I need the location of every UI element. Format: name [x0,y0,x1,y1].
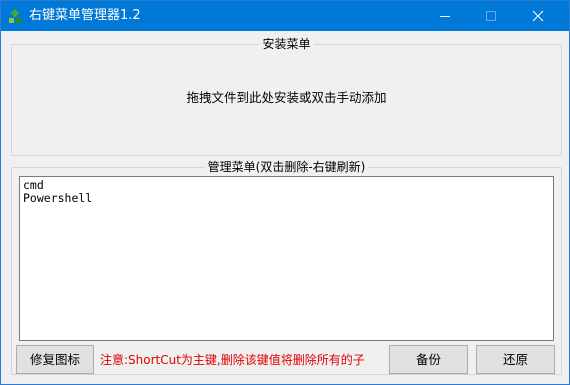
drop-zone-hint: 拖拽文件到此处安装或双击手动添加 [186,90,387,105]
close-button[interactable] [515,1,561,31]
menu-list[interactable]: cmd Powershell [19,176,554,341]
app-logo-icon [7,8,23,24]
list-item[interactable]: Powershell [23,192,550,205]
app-window: 右键菜单管理器1.2 安装菜单 拖拽文件到此处安装或双击手动添加 管理菜单(双击… [0,0,570,385]
notice-text: 注意:ShortCut为主键,删除该键值将删除所有的子 [100,353,365,367]
minimize-button[interactable] [422,1,468,31]
maximize-button[interactable] [468,1,514,31]
maximize-icon [486,11,496,21]
title-bar[interactable]: 右键菜单管理器1.2 [1,1,569,31]
repair-icon-button[interactable]: 修复图标 [16,345,94,374]
restore-button[interactable]: 还原 [476,345,555,374]
close-icon [532,10,544,22]
manage-group-title: 管理菜单(双击删除-右键刷新) [204,160,369,174]
install-menu-group[interactable]: 安装菜单 拖拽文件到此处安装或双击手动添加 [11,37,562,156]
list-item[interactable]: cmd [23,179,550,192]
backup-button[interactable]: 备份 [389,345,468,374]
minimize-icon [440,16,450,17]
install-group-title: 安装菜单 [259,37,314,51]
window-title: 右键菜单管理器1.2 [29,8,141,23]
